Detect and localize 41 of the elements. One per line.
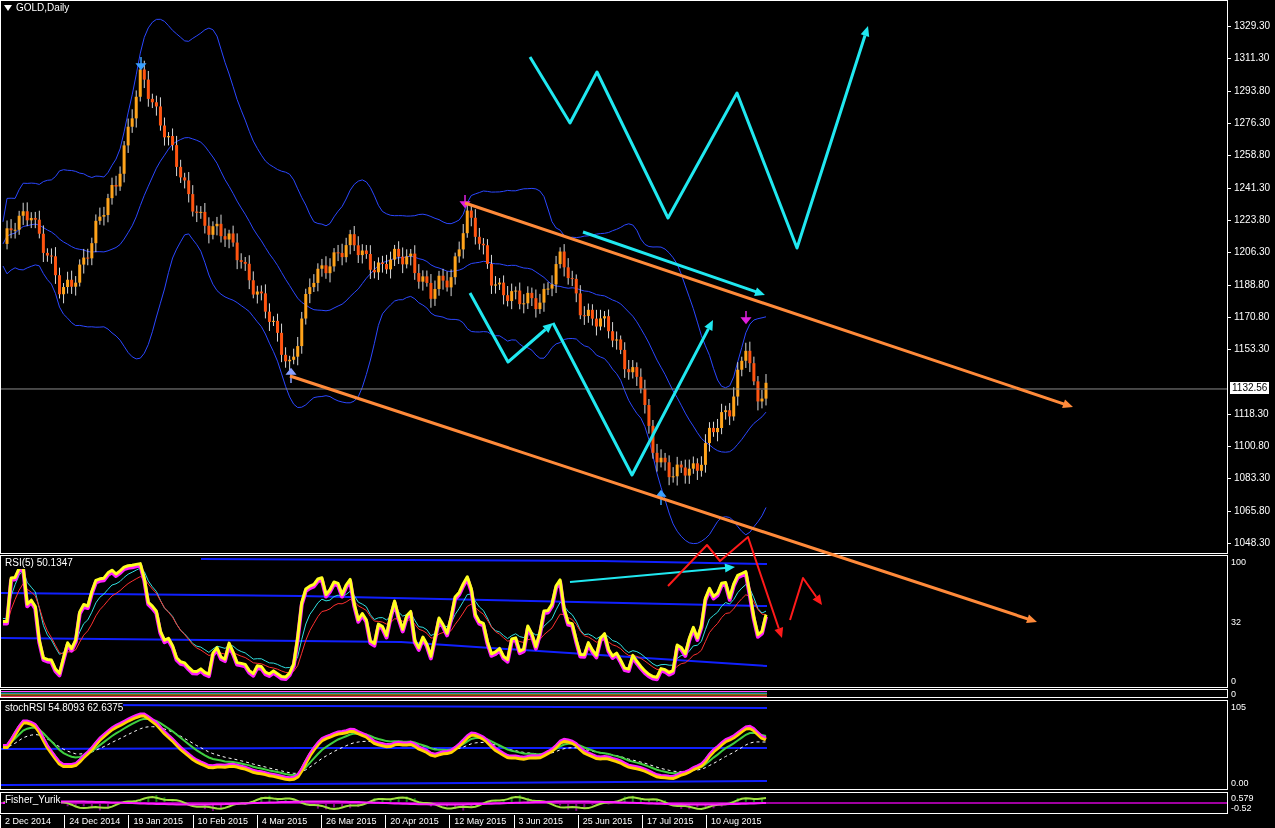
date-label: 24 Dec 2014 (64, 815, 129, 828)
date-label: 10 Feb 2015 (192, 815, 257, 828)
price-label: 1206.30 (1234, 246, 1271, 259)
indicator-label: Fisher_Yurik (5, 794, 61, 806)
date-label: 2 Dec 2014 (0, 815, 65, 828)
price-label: 1083.30 (1234, 472, 1271, 485)
price-label: 1329.30 (1234, 20, 1271, 32)
price-label: 1188.80 (1234, 278, 1270, 291)
scale-label: 0 (1231, 688, 1236, 699)
price-label: 1293.80 (1234, 84, 1271, 97)
date-label: 19 Jan 2015 (128, 815, 193, 828)
scale-label: 0 (1231, 676, 1236, 686)
price-label: 1100.80 (1234, 440, 1270, 453)
price-label: 1258.80 (1234, 149, 1271, 162)
date-label: 17 Jul 2015 (641, 815, 707, 828)
price-label: 1153.30 (1234, 343, 1270, 356)
scale-label: 100 (1231, 557, 1247, 567)
date-label: 3 Jun 2015 (513, 815, 578, 828)
current-price-label: 1132.56 (1230, 381, 1270, 394)
scale-label: 0.579 (1231, 793, 1254, 803)
indicator-label: stochRSI 54.8093 62.6375 (5, 702, 124, 714)
scale-label: 32 (1231, 616, 1241, 627)
scale-label: -0.52 (1231, 803, 1252, 813)
price-label: 1276.30 (1234, 116, 1271, 129)
date-label: 25 Jun 2015 (577, 815, 642, 828)
price-label: 1311.30 (1234, 52, 1270, 65)
date-label: 10 Aug 2015 (706, 815, 771, 828)
price-label: 1048.30 (1234, 537, 1271, 549)
scale-label: 105 (1231, 702, 1247, 712)
scale-label: 0.00 (1231, 778, 1249, 788)
indicator-label: RSI(5) 50.1347 (5, 557, 73, 569)
price-label: 1170.80 (1234, 310, 1270, 323)
date-label: 4 Mar 2015 (256, 815, 321, 828)
price-label: 1118.30 (1234, 407, 1269, 420)
price-label: 1241.30 (1234, 181, 1271, 194)
date-label: 26 Mar 2015 (320, 815, 386, 828)
price-label: 1223.80 (1234, 213, 1271, 226)
date-label: 20 Apr 2015 (385, 815, 450, 828)
chart-title: GOLD,Daily (16, 2, 70, 14)
price-label: 1065.80 (1234, 504, 1271, 517)
date-label: 12 May 2015 (449, 815, 514, 828)
